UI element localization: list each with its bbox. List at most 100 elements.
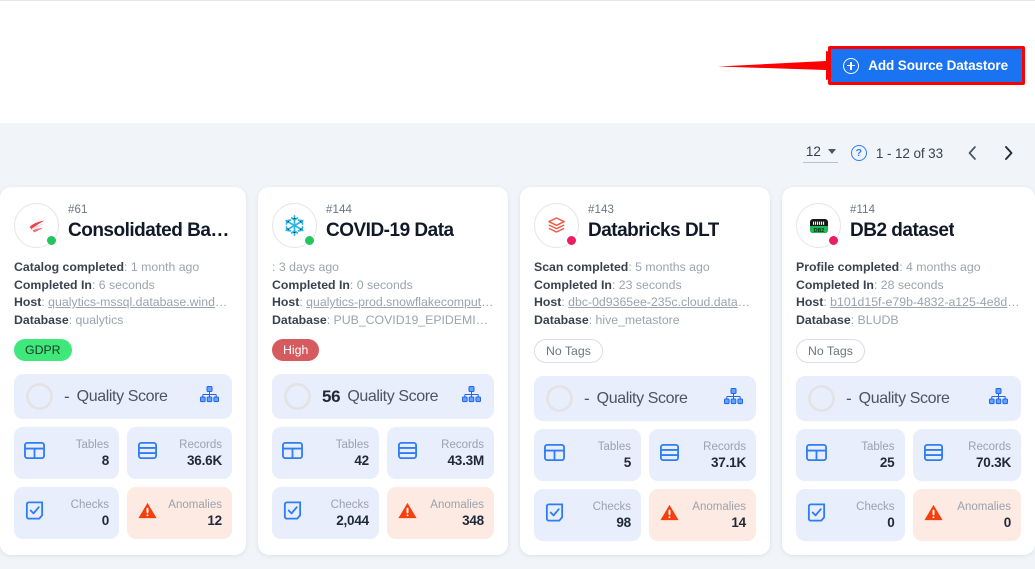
hierarchy-icon[interactable] — [724, 387, 743, 410]
metric-checks[interactable]: Checks 0 — [796, 489, 905, 541]
metric-records-text: Records 37.1K — [703, 440, 746, 471]
pagination-range: 1 - 12 of 33 — [875, 145, 943, 161]
tag-badge[interactable]: High — [272, 339, 320, 361]
avatar — [272, 203, 317, 248]
datastore-title: COVID-19 Data — [326, 219, 454, 241]
meta-completed-in-value: 6 seconds — [98, 277, 155, 292]
metric-anomalies-text: Anomalies 12 — [168, 498, 222, 529]
tag-badge[interactable]: No Tags — [796, 339, 865, 363]
metric-tables[interactable]: Tables 25 — [796, 429, 905, 481]
card-metrics: Tables 5 Records 37.1K Checks 98 Anomali… — [534, 429, 756, 541]
metric-checks-text: Checks 0 — [856, 500, 895, 531]
metric-anomalies-label: Anomalies — [957, 500, 1011, 513]
card-header-text: #143 Databricks DLT — [588, 203, 719, 242]
next-page-button[interactable] — [995, 140, 1021, 166]
meta-database-value: PUB_COVID19_EPIDEMIOLO… — [333, 312, 494, 327]
tag-badge[interactable]: GDPR — [14, 339, 72, 361]
datastore-card[interactable]: #61 Consolidated Bala… Catalog completed… — [0, 187, 246, 555]
datastore-id: #114 — [850, 204, 876, 216]
tag-badge[interactable]: No Tags — [534, 339, 603, 363]
meta-database: Database: qualytics — [14, 312, 124, 327]
meta-completed-in-label: Completed In — [272, 277, 350, 292]
meta-completed-in-label: Completed In — [796, 277, 874, 292]
card-meta: : 3 days ago Completed In: 0 seconds Hos… — [272, 259, 494, 329]
meta-database-label: Database — [272, 312, 327, 327]
quality-score-value: 56 — [322, 386, 341, 406]
metric-tables-label: Tables — [335, 438, 369, 451]
card-tags: GDPR — [14, 339, 232, 361]
metric-tables-text: Tables 25 — [861, 440, 894, 471]
metric-records[interactable]: Records 70.3K — [912, 429, 1021, 481]
datastore-card[interactable]: DB2 #114 DB2 dataset Profile completed: … — [782, 187, 1035, 555]
metric-records-label: Records — [968, 440, 1011, 453]
table-grid-icon — [544, 442, 565, 468]
metric-anomalies[interactable]: Anomalies 348 — [387, 487, 494, 539]
meta-completed-in-value: 28 seconds — [880, 277, 944, 292]
hierarchy-icon[interactable] — [200, 385, 219, 408]
card-header-text: #61 Consolidated Bala… — [68, 203, 232, 242]
metric-anomalies[interactable]: Anomalies 12 — [127, 487, 232, 539]
hierarchy-icon[interactable] — [989, 387, 1008, 410]
card-meta: Catalog completed: 1 month ago Completed… — [14, 259, 232, 329]
metric-anomalies[interactable]: Anomalies 0 — [912, 489, 1021, 541]
metric-checks-label: Checks — [70, 498, 109, 511]
datastore-id: #144 — [326, 204, 352, 216]
metric-anomalies-text: Anomalies 348 — [430, 498, 484, 529]
metric-tables-text: Tables 8 — [76, 438, 109, 469]
meta-database-label: Database — [796, 312, 851, 327]
meta-status: Catalog completed: 1 month ago — [14, 260, 200, 274]
status-dot — [828, 235, 839, 246]
meta-database-value: hive_metastore — [595, 312, 680, 327]
metric-checks[interactable]: Checks 0 — [14, 487, 119, 539]
page-size-select[interactable]: 12 — [802, 144, 838, 163]
records-stack-icon — [659, 442, 680, 468]
avatar — [534, 203, 579, 248]
card-tags: No Tags — [796, 339, 1021, 363]
datastore-title: Databricks DLT — [588, 219, 719, 241]
metric-anomalies-value: 12 — [207, 512, 222, 528]
avatar — [14, 203, 59, 248]
meta-host-value[interactable]: b101d15f-e79b-4832-a125-4e8d4… — [830, 295, 1021, 309]
meta-completed-in-label: Completed In — [14, 277, 92, 292]
meta-completed-in: Completed In: 0 seconds — [272, 277, 413, 292]
datastore-id: #143 — [588, 204, 614, 216]
page-header: Add Source Datastore — [0, 0, 1035, 123]
plus-circle-icon — [843, 57, 860, 74]
metric-tables-value: 42 — [354, 452, 369, 468]
checkbox-check-icon — [544, 502, 565, 528]
datastore-card[interactable]: #143 Databricks DLT Scan completed: 5 mo… — [520, 187, 770, 555]
datastore-id: #61 — [68, 204, 88, 216]
hierarchy-icon[interactable] — [462, 385, 481, 408]
datastore-card[interactable]: #144 COVID-19 Data : 3 days ago Complete… — [258, 187, 508, 555]
metric-tables[interactable]: Tables 5 — [534, 429, 641, 481]
quality-score-panel: - Quality Score — [534, 376, 756, 421]
meta-host-value[interactable]: qualytics-mssql.database.window… — [48, 295, 232, 309]
datastores-page: Add Source Datastore 12 ? 1 - 12 of 33 #… — [0, 0, 1035, 569]
previous-page-button[interactable] — [959, 140, 985, 166]
metric-anomalies[interactable]: Anomalies 14 — [649, 489, 756, 541]
metric-checks-value: 0 — [101, 512, 110, 528]
checkbox-check-icon — [24, 500, 45, 526]
question-mark-icon[interactable]: ? — [850, 145, 867, 161]
quality-score-value: - — [64, 386, 70, 406]
metric-records[interactable]: Records 36.6K — [127, 427, 232, 479]
table-grid-icon — [806, 442, 827, 468]
metric-checks[interactable]: Checks 2,044 — [272, 487, 379, 539]
quality-score-ring — [808, 385, 835, 412]
metric-tables[interactable]: Tables 8 — [14, 427, 119, 479]
metric-records[interactable]: Records 37.1K — [649, 429, 756, 481]
meta-database-value: BLUDB — [857, 312, 899, 327]
add-source-datastore-button[interactable]: Add Source Datastore — [831, 49, 1022, 82]
card-meta: Scan completed: 5 months ago Completed I… — [534, 259, 756, 329]
metric-records[interactable]: Records 43.3M — [387, 427, 494, 479]
meta-host-label: Host — [14, 295, 42, 309]
meta-host-value[interactable]: dbc-0d9365ee-235c.cloud.databr… — [568, 295, 756, 309]
metric-anomalies-value: 348 — [462, 512, 484, 528]
card-header: #61 Consolidated Bala… — [14, 203, 232, 248]
meta-host-value[interactable]: qualytics-prod.snowflakecomputi… — [306, 295, 494, 309]
metric-tables[interactable]: Tables 42 — [272, 427, 379, 479]
card-meta: Profile completed: 4 months ago Complete… — [796, 259, 1021, 329]
table-grid-icon — [282, 440, 303, 466]
quality-score-panel: 56 Quality Score — [272, 374, 494, 419]
metric-checks[interactable]: Checks 98 — [534, 489, 641, 541]
